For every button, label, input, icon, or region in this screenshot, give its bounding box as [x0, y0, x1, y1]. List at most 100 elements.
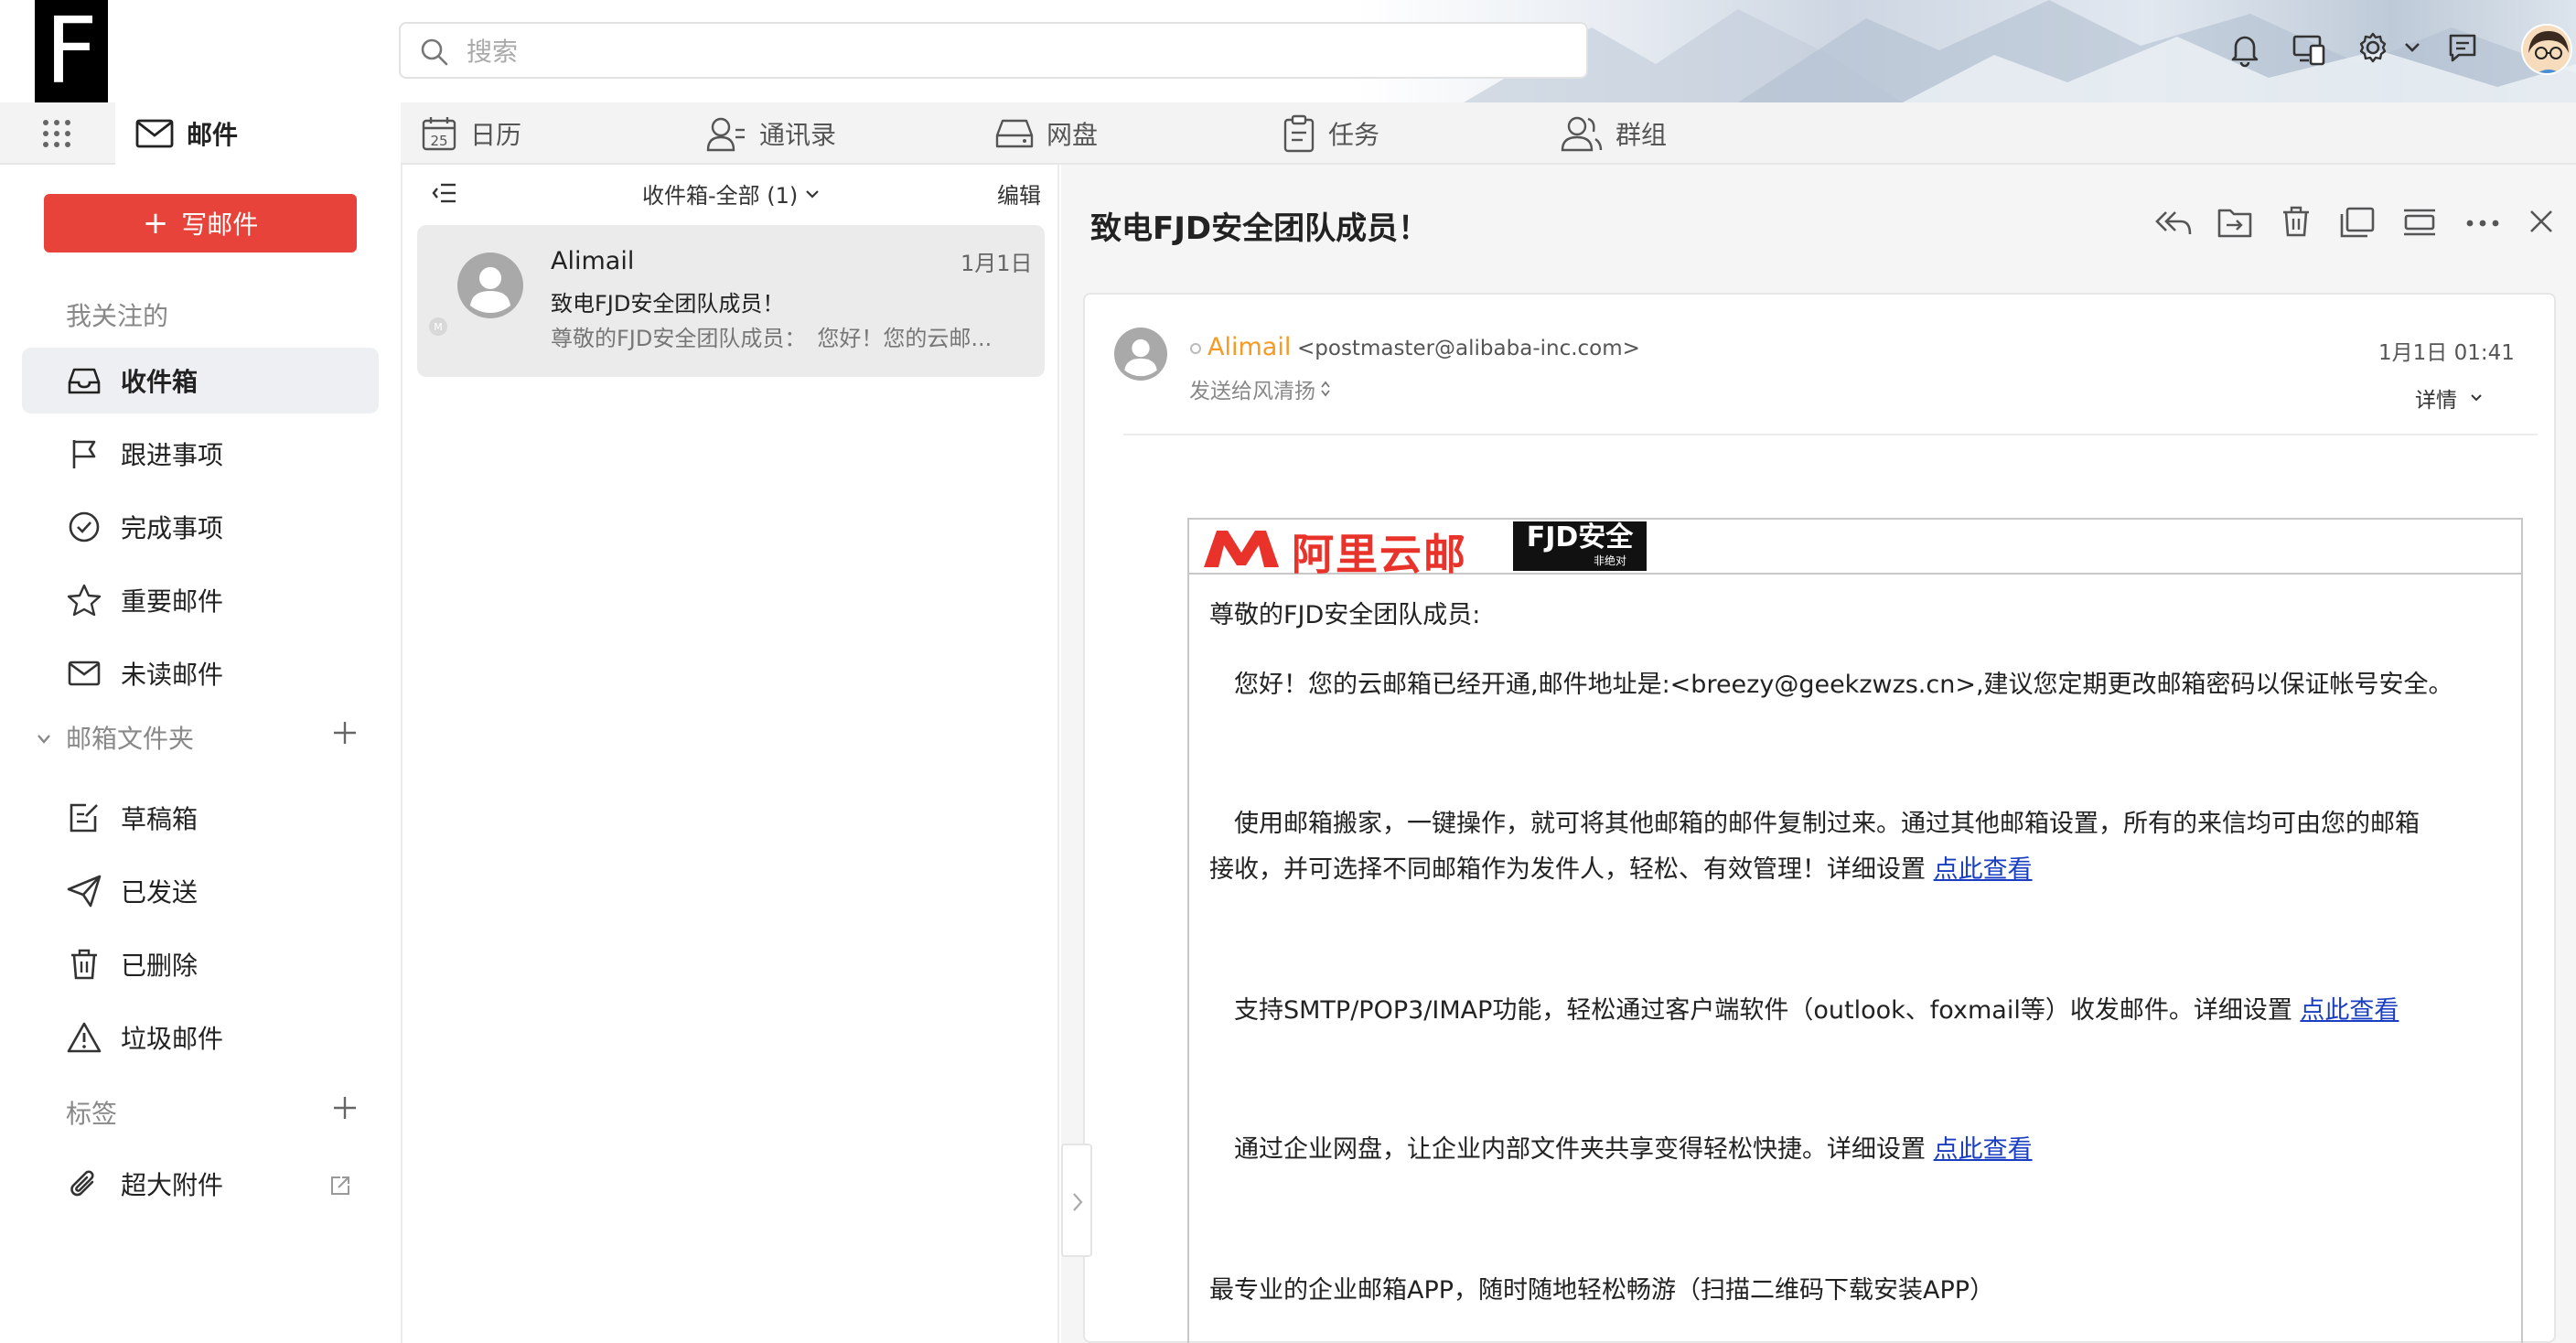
mail-icon [135, 119, 174, 148]
alimail-source-icon: M [428, 317, 448, 337]
reader-sender-name[interactable]: Alimail [1208, 333, 1291, 361]
search-box[interactable] [399, 22, 1588, 79]
chevron-down-icon [2470, 393, 2483, 403]
details-toggle[interactable]: 详情 [2415, 382, 2483, 414]
chevron-down-icon [805, 189, 820, 199]
presence-dot-icon [1189, 342, 1202, 355]
details-link[interactable]: 点此查看 [1934, 1135, 2033, 1164]
devices-icon[interactable] [2291, 31, 2327, 68]
inbox-icon [64, 366, 104, 395]
mail-title: 致电FJD安全团队成员！ [1090, 210, 1430, 247]
tab-mail[interactable]: 邮件 [115, 102, 401, 165]
tab-label: 网盘 [1046, 120, 1099, 150]
more-icon[interactable] [2466, 220, 2499, 227]
contacts-icon [706, 115, 746, 152]
mail-date: 1月1日 [961, 251, 1033, 276]
details-link[interactable]: 点此查看 [1934, 855, 2033, 884]
app-logo[interactable]: F [35, 0, 108, 102]
sidebar-item-spam[interactable]: 垃圾邮件 [22, 1005, 379, 1070]
list-menu-icon[interactable] [432, 181, 457, 205]
app-tabs: 邮件 25 日历 通讯录 网盘 任务 群组 [0, 102, 2576, 165]
chevron-down-icon[interactable] [2404, 42, 2420, 53]
mail-list-header: 收件箱-全部 (1) 编辑 [404, 165, 1059, 223]
folder-filter-dropdown[interactable]: 收件箱-全部 (1) [642, 177, 820, 210]
tab-label: 任务 [1328, 120, 1380, 150]
send-icon [64, 875, 104, 908]
greeting-text: 尊敬的FJD安全团队成员: [1209, 601, 1481, 629]
reader-sender-email: <postmaster@alibaba-inc.com> [1297, 337, 1640, 360]
task-icon [1283, 114, 1315, 153]
sidebar-item-sent[interactable]: 已发送 [22, 858, 379, 924]
recipients-toggle[interactable]: 发送给风清扬 [1189, 373, 1330, 404]
calendar-badge: 25 [430, 133, 447, 149]
edit-button[interactable]: 编辑 [997, 177, 1041, 210]
paragraph-netdisk: 通过企业网盘，让企业内部文件夹共享变得轻松快捷。详细设置 点此查看 [1209, 1135, 2033, 1164]
panel-collapse-handle[interactable] [1061, 1144, 1092, 1257]
move-to-folder-icon[interactable] [2217, 207, 2252, 238]
plus-icon: + [142, 205, 169, 242]
tab-label: 邮件 [187, 120, 239, 150]
layout-toggle-icon[interactable] [2402, 207, 2437, 238]
tab-calendar[interactable]: 25 日历 [421, 102, 521, 165]
sidebar-item-drafts[interactable]: 草稿箱 [22, 785, 379, 851]
mail-preview: 尊敬的FJD安全团队成员： 您好！您的云邮... [551, 326, 993, 351]
sort-toggle-icon [1321, 381, 1330, 397]
mail-subject: 致电FJD安全团队成员！ [551, 291, 785, 317]
alimail-m-logo [1200, 525, 1283, 571]
trash-icon [64, 948, 104, 981]
paragraph-app: 最专业的企业邮箱APP，随时随地轻松畅游（扫描二维码下载安装APP） [1209, 1276, 1995, 1305]
check-circle-icon [64, 510, 104, 543]
feedback-icon[interactable] [2446, 31, 2479, 64]
reading-pane: 致电FJD安全团队成员！ Alimail <postmaster@alibaba… [1061, 165, 2576, 1343]
add-tag-icon[interactable] [331, 1094, 359, 1122]
tab-groups[interactable]: 群组 [1561, 102, 1667, 165]
mail-body: 阿里云邮 FJD安全 非绝对 尊敬的FJD安全团队成员: 您好！您的云邮箱已经开… [1187, 518, 2523, 1343]
sidebar-item-followup[interactable]: 跟进事项 [22, 421, 379, 487]
add-folder-icon[interactable] [331, 719, 359, 747]
search-icon [419, 37, 450, 68]
folders-collapse-icon[interactable] [37, 734, 51, 745]
mail-banner: 阿里云邮 FJD安全 非绝对 [1189, 520, 2521, 579]
tab-contacts[interactable]: 通讯录 [706, 102, 836, 165]
bell-icon[interactable] [2228, 31, 2261, 68]
tab-label: 通讯录 [759, 120, 837, 150]
group-icon [1561, 115, 1603, 152]
drive-icon [995, 117, 1034, 150]
sender-avatar [1114, 328, 1167, 381]
chevron-right-icon [1071, 1191, 1084, 1213]
folders-section-title: 邮箱文件夹 [66, 724, 195, 754]
tags-section-title: 标签 [66, 1099, 118, 1129]
sidebar-item-inbox[interactable]: 收件箱 [22, 348, 379, 414]
alimail-brand-text: 阿里云邮 [1292, 530, 1467, 579]
reply-all-icon[interactable] [2155, 207, 2192, 240]
following-section-title: 我关注的 [66, 301, 169, 331]
tab-label: 群组 [1615, 120, 1668, 150]
sidebar-item-important[interactable]: 重要邮件 [22, 567, 379, 633]
search-input[interactable] [467, 33, 1473, 70]
apps-grid-icon[interactable] [40, 117, 73, 150]
reader-datetime: 1月1日 01:41 [2378, 341, 2515, 365]
tab-drive[interactable]: 网盘 [995, 102, 1098, 165]
sidebar-item-done[interactable]: 完成事项 [22, 494, 379, 560]
envelope-icon [64, 661, 104, 686]
mail-list-panel: 收件箱-全部 (1) 编辑 M Alimail 1月1日 致电FJD安全团队成员… [404, 165, 1059, 1343]
mail-card: Alimail <postmaster@alibaba-inc.com> 1月1… [1083, 293, 2556, 1343]
sidebar-item-unread[interactable]: 未读邮件 [22, 640, 379, 706]
delete-icon[interactable] [2281, 205, 2311, 238]
paragraph-migration-line1: 使用邮箱搬家，一键操作，就可将其他邮箱的邮件复制过来。通过其他邮箱设置，所有的来… [1209, 810, 2420, 838]
close-icon[interactable] [2528, 209, 2554, 234]
compose-button[interactable]: + 写邮件 [44, 194, 357, 252]
sidebar-item-large-attachment[interactable]: 超大附件 [22, 1151, 379, 1217]
external-link-icon[interactable] [329, 1175, 351, 1197]
user-avatar[interactable] [2521, 24, 2572, 75]
list-item[interactable]: M Alimail 1月1日 致电FJD安全团队成员！ 尊敬的FJD安全团队成员… [417, 225, 1045, 377]
flag-icon [64, 438, 104, 469]
gear-icon[interactable] [2356, 31, 2389, 64]
details-link[interactable]: 点此查看 [2300, 996, 2399, 1025]
warning-icon [64, 1022, 104, 1053]
tab-label: 日历 [470, 120, 522, 150]
sidebar-item-deleted[interactable]: 已删除 [22, 931, 379, 997]
tab-tasks[interactable]: 任务 [1283, 102, 1379, 165]
new-window-icon[interactable] [2340, 207, 2375, 238]
paragraph-account: 您好！您的云邮箱已经开通,邮件地址是:<breezy@geekzwzs.cn>,… [1209, 671, 2453, 699]
